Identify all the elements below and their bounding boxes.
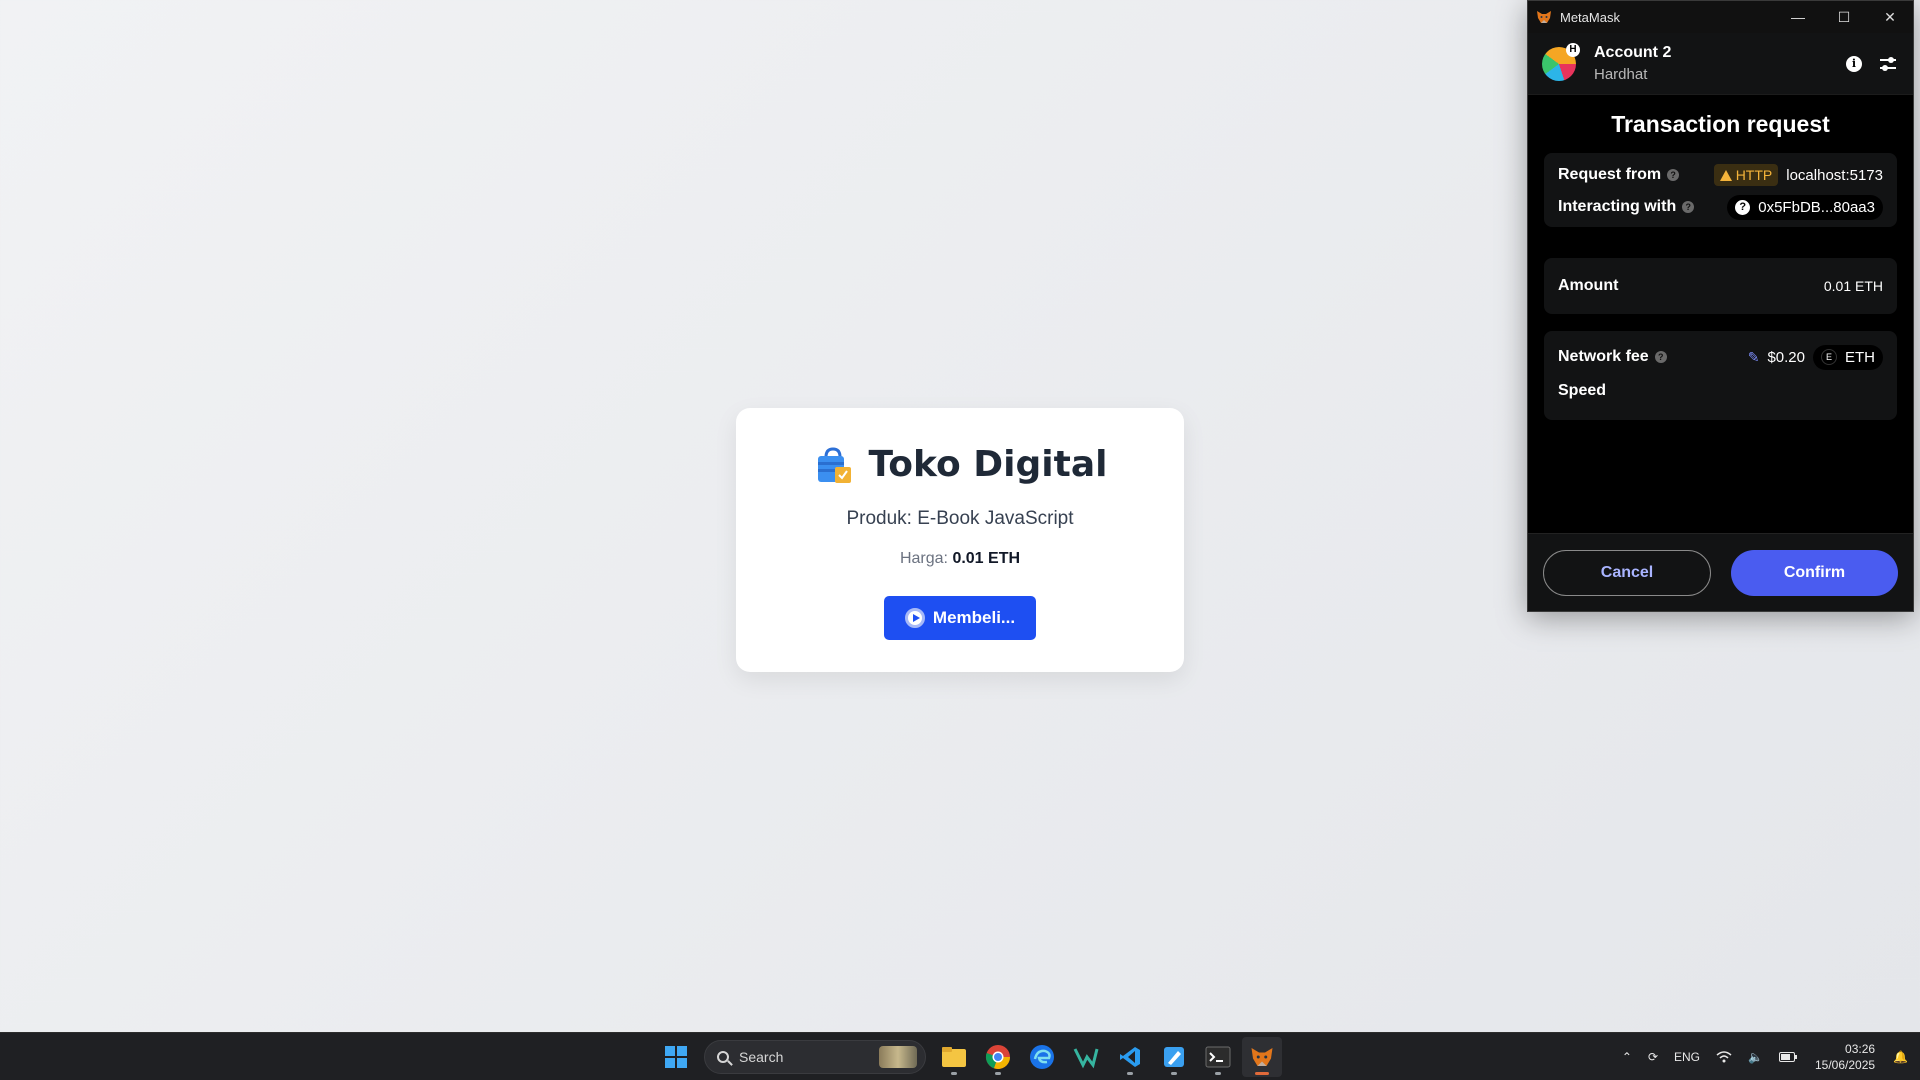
fee-token-pill[interactable]: E ETH — [1813, 344, 1883, 370]
product-label: Produk: E-Book JavaScript — [846, 508, 1074, 529]
taskbar-search[interactable]: Search — [704, 1040, 926, 1074]
network-fee-value: $0.20 — [1767, 348, 1805, 366]
metamask-titlebar[interactable]: MetaMask — ☐ ✕ — [1528, 1, 1913, 33]
action-footer: Cancel Confirm — [1528, 533, 1913, 611]
file-explorer-icon[interactable] — [934, 1037, 974, 1077]
paint-icon[interactable] — [1154, 1037, 1194, 1077]
settings-sliders-icon[interactable] — [1877, 53, 1899, 75]
help-icon[interactable]: ? — [1682, 201, 1695, 213]
metamask-icon[interactable] — [1242, 1037, 1282, 1077]
language-indicator[interactable]: ENG — [1666, 1050, 1708, 1064]
request-from-row: Request from? HTTP localhost:5173 — [1544, 159, 1897, 191]
taskbar-apps: Search — [656, 1037, 1282, 1077]
transaction-heading: Transaction request — [1611, 111, 1830, 137]
network-fee-label: Network fee — [1558, 348, 1649, 365]
terminal-icon[interactable] — [1198, 1037, 1238, 1077]
request-origin: localhost:5173 — [1786, 166, 1883, 184]
search-placeholder: Search — [739, 1049, 784, 1065]
cancel-button[interactable]: Cancel — [1543, 549, 1711, 596]
search-icon — [717, 1051, 729, 1063]
taskbar: Search ⌃ ⟳ ENG 🔈 03:26 15/06/2025 🔔 — [0, 1032, 1920, 1080]
interacting-with-row: Interacting with? ? 0x5FbDB...80aa3 — [1544, 191, 1897, 223]
buy-button-label: Membeli... — [932, 608, 1016, 627]
close-icon[interactable]: ✕ — [1867, 1, 1913, 33]
price-label: Harga: — [899, 550, 948, 567]
network-badge: H — [1566, 42, 1580, 57]
visual-studio-icon[interactable] — [1066, 1037, 1106, 1077]
clock-time: 03:26 — [1845, 1042, 1876, 1056]
clock[interactable]: 03:26 15/06/2025 — [1805, 1041, 1885, 1073]
fee-box: Network fee? ✎ $0.20 E ETH Speed — [1544, 331, 1897, 420]
battery-icon[interactable] — [1771, 1052, 1805, 1062]
vscode-icon[interactable] — [1110, 1037, 1150, 1077]
buy-button[interactable]: Membeli... — [884, 596, 1036, 640]
amount-row: Amount 0.01 ETH — [1544, 270, 1897, 302]
speed-label: Speed — [1558, 382, 1607, 399]
account-avatar[interactable]: H — [1542, 42, 1580, 81]
metamask-window: MetaMask — ☐ ✕ H Account 2 Hardhat i Tra… — [1527, 0, 1914, 612]
warning-icon — [1719, 169, 1732, 181]
edit-fee-icon[interactable]: ✎ — [1748, 349, 1760, 366]
account-name: Account 2 — [1594, 44, 1672, 61]
clock-date: 15/06/2025 — [1814, 1058, 1876, 1072]
speed-row: Speed — [1544, 375, 1897, 407]
http-badge-label: HTTP — [1735, 167, 1773, 183]
volume-icon[interactable]: 🔈 — [1740, 1050, 1771, 1064]
loading-spinner-icon — [904, 608, 925, 628]
unknown-contract-icon: ? — [1735, 199, 1751, 215]
shopping-bag-icon — [813, 445, 853, 485]
eth-token-icon: E — [1821, 349, 1837, 365]
shop-title: Toko Digital — [868, 444, 1108, 485]
network-name: Hardhat — [1594, 66, 1648, 83]
chrome-icon[interactable] — [978, 1037, 1018, 1077]
request-from-label: Request from — [1558, 166, 1662, 183]
help-icon[interactable]: ? — [1667, 169, 1680, 181]
start-icon[interactable] — [656, 1037, 696, 1077]
amount-label: Amount — [1558, 277, 1619, 294]
system-tray: ⌃ ⟳ ENG 🔈 03:26 15/06/2025 🔔 — [1614, 1033, 1920, 1080]
edge-icon[interactable] — [1022, 1037, 1062, 1077]
shop-title-row: Toko Digital — [736, 444, 1184, 485]
chevron-up-icon[interactable]: ⌃ — [1614, 1050, 1640, 1064]
shop-card: Toko Digital Produk: E-Book JavaScript H… — [736, 408, 1184, 672]
account-header: H Account 2 Hardhat i — [1528, 33, 1913, 95]
account-info[interactable]: Account 2 Hardhat — [1594, 44, 1831, 83]
help-icon[interactable]: ? — [1654, 351, 1667, 363]
fee-token: ETH — [1845, 348, 1875, 366]
interacting-with-label: Interacting with — [1558, 198, 1677, 215]
amount-box: Amount 0.01 ETH — [1544, 258, 1897, 314]
wifi-icon[interactable] — [1708, 1051, 1740, 1063]
metamask-fox-icon — [1536, 9, 1552, 25]
notification-bell-icon[interactable]: 🔔 — [1885, 1050, 1920, 1064]
maximize-icon[interactable]: ☐ — [1821, 1, 1867, 33]
price-value: 0.01 ETH — [952, 550, 1021, 567]
price-row: Harga: 0.01 ETH — [736, 550, 1184, 568]
confirm-button[interactable]: Confirm — [1731, 549, 1898, 596]
network-fee-row: Network fee? ✎ $0.20 E ETH — [1544, 341, 1897, 373]
window-title: MetaMask — [1560, 9, 1620, 25]
sync-icon[interactable]: ⟳ — [1640, 1050, 1666, 1064]
http-warning-badge: HTTP — [1713, 164, 1779, 186]
amount-value: 0.01 ETH — [1823, 278, 1883, 294]
minimize-icon[interactable]: — — [1775, 1, 1821, 33]
contract-address: 0x5FbDB...80aa3 — [1758, 198, 1875, 216]
search-highlight-image — [879, 1046, 917, 1068]
contract-address-pill[interactable]: ? 0x5FbDB...80aa3 — [1727, 194, 1883, 220]
info-icon[interactable]: i — [1843, 53, 1865, 75]
request-details-box: Request from? HTTP localhost:5173 Intera… — [1544, 153, 1897, 227]
